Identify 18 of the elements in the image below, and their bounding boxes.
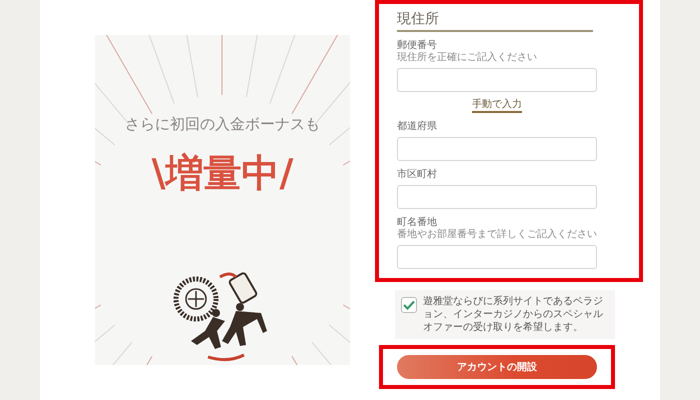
input-field[interactable] [397, 185, 597, 209]
poster-subtitle: さらに初回の入金ボーナスも [125, 115, 320, 134]
section-title: 現住所 [397, 10, 593, 32]
field-hint: 現住所を正確にご記入ください [397, 52, 538, 64]
poster-headline: \増量中/ [152, 150, 294, 197]
offer-text: 遊雅堂ならびに系列サイトであるベラジョン、インターカジノからのスペシャルオファーの受け取りを希望します。 [423, 295, 604, 334]
field-hint: 番地やお部屋番号まで詳しくご記入ください [397, 229, 598, 241]
open-account-button[interactable]: アカウントの開設 [397, 355, 597, 379]
field-label: 市区町村 [397, 169, 438, 181]
input-field[interactable] [397, 245, 597, 269]
checkmark-icon [403, 300, 415, 310]
field-label: 郵便番号 [397, 40, 438, 52]
input-field[interactable] [397, 137, 597, 161]
manual-entry-link[interactable]: 手動で入力 [472, 98, 522, 113]
field-label: 町名番地 [397, 217, 438, 228]
input-field[interactable] [397, 68, 597, 92]
field-label: 都道府県 [397, 121, 438, 133]
checkbox[interactable] [401, 297, 417, 313]
